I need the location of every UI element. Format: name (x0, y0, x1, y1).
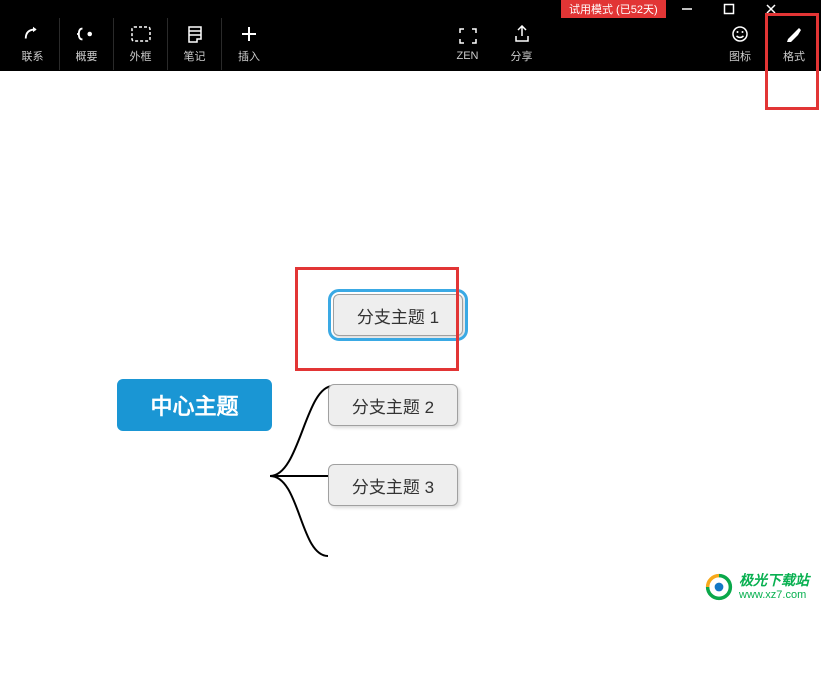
relation-button[interactable]: 联系 (6, 18, 60, 70)
share-icon (512, 24, 532, 44)
summary-button[interactable]: 概要 (60, 18, 114, 70)
smile-icon (730, 24, 750, 44)
maximize-icon (723, 3, 735, 15)
summary-icon (77, 24, 97, 44)
zen-button[interactable]: ZEN (441, 18, 495, 70)
zen-label: ZEN (457, 50, 479, 62)
close-button[interactable] (750, 0, 792, 18)
boundary-button[interactable]: 外框 (114, 18, 168, 70)
format-label: 格式 (783, 48, 805, 64)
maximize-button[interactable] (708, 0, 750, 18)
icon-button[interactable]: 图标 (713, 18, 767, 70)
plus-icon (239, 24, 259, 44)
minimize-icon (681, 3, 693, 15)
boundary-icon (131, 24, 151, 44)
insert-label: 插入 (238, 48, 260, 64)
insert-button[interactable]: 插入 (222, 18, 276, 70)
note-icon (185, 24, 205, 44)
watermark-line1: 极光下载站 (739, 573, 809, 588)
watermark-line2: www.xz7.com (739, 589, 809, 601)
titlebar: 试用模式 (已52天) (561, 0, 821, 18)
branch-topic-1[interactable]: 分支主题 1 (333, 294, 463, 336)
branch-topic-3[interactable]: 分支主题 3 (328, 464, 458, 506)
icon-label: 图标 (729, 48, 751, 64)
note-button[interactable]: 笔记 (168, 18, 222, 70)
branch-topic-2[interactable]: 分支主题 2 (328, 384, 458, 426)
trial-badge: 试用模式 (已52天) (561, 0, 666, 18)
share-label: 分享 (511, 48, 533, 64)
note-label: 笔记 (184, 48, 206, 64)
summary-label: 概要 (76, 48, 98, 64)
relation-icon (23, 24, 43, 44)
close-icon (765, 3, 777, 15)
share-button[interactable]: 分享 (495, 18, 549, 70)
zen-icon (458, 26, 478, 46)
mindmap-canvas[interactable]: 中心主题 分支主题 1 分支主题 2 分支主题 3 极光下载站 www.xz7.… (0, 71, 821, 611)
watermark: 极光下载站 www.xz7.com (705, 573, 809, 601)
boundary-label: 外框 (130, 48, 152, 64)
center-topic[interactable]: 中心主题 (117, 379, 272, 431)
relation-label: 联系 (22, 48, 44, 64)
watermark-logo-icon (705, 573, 733, 601)
format-icon (784, 24, 804, 44)
format-button[interactable]: 格式 (767, 18, 821, 70)
minimize-button[interactable] (666, 0, 708, 18)
